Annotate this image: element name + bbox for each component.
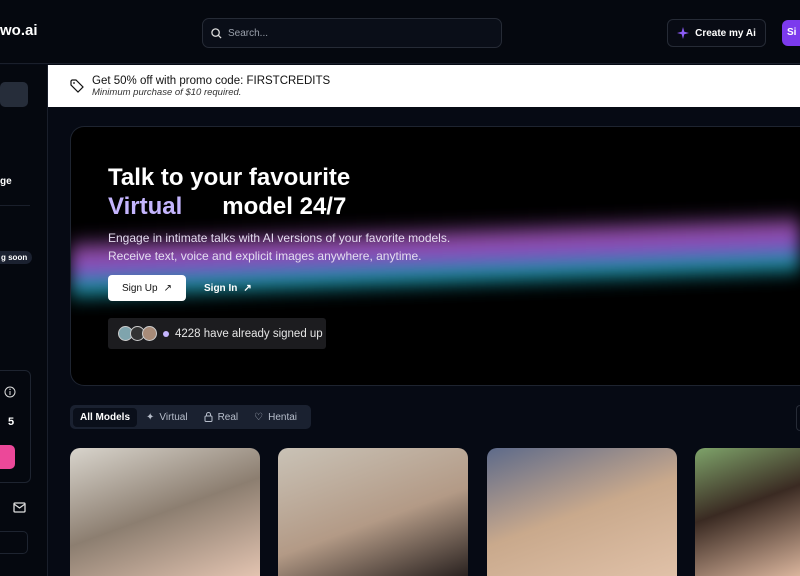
model-card[interactable] [278, 448, 468, 576]
sort-dropdown[interactable] [796, 405, 800, 431]
sparkle-icon [677, 27, 690, 39]
search-bar[interactable] [202, 18, 502, 48]
hero-card: Talk to your favourite Virtual model 24/7… [70, 126, 800, 386]
sparkles-icon: ✦ [146, 411, 155, 423]
heart-icon: ♡ [254, 411, 264, 423]
logo[interactable]: wo.ai [0, 22, 38, 39]
divider [0, 205, 30, 206]
coming-soon-badge: g soon [0, 251, 33, 264]
credits-box: 5 [0, 370, 31, 483]
info-icon[interactable] [4, 386, 16, 398]
hero-highlight: Virtual [108, 193, 183, 220]
hero-subtitle: Engage in intimate talks with AI version… [108, 231, 451, 263]
sidebar-input[interactable] [0, 531, 28, 554]
hero-title: Talk to your favourite Virtual model 24/7 [108, 164, 351, 220]
promo-banner[interactable]: Get 50% off with promo code: FIRSTCREDIT… [48, 65, 800, 107]
mail-icon[interactable] [13, 502, 26, 513]
create-ai-button[interactable]: Create my Ai [667, 19, 766, 47]
tab-virtual[interactable]: ✦ Virtual [139, 408, 195, 427]
tab-real[interactable]: Real [197, 408, 246, 427]
arrow-up-right-icon: ↗ [163, 282, 172, 294]
sidebar-active-item[interactable] [0, 82, 28, 107]
avatar [142, 326, 157, 341]
tab-all-models[interactable]: All Models [73, 407, 138, 427]
signed-up-counter: 4228 have already signed up [108, 318, 326, 349]
model-card[interactable] [695, 448, 800, 576]
status-dot [163, 330, 169, 337]
sign-in-button[interactable]: Sign In ↗ [204, 275, 252, 301]
promo-subtitle: Minimum purchase of $10 required. [92, 86, 242, 98]
create-ai-label: Create my Ai [695, 27, 756, 39]
lock-icon [204, 412, 213, 422]
buy-credits-button[interactable] [0, 445, 15, 469]
filter-tabs: All Models ✦ Virtual Real ♡ Hentai [70, 405, 311, 429]
arrow-up-right-icon: ↗ [243, 282, 252, 294]
promo-title: Get 50% off with promo code: FIRSTCREDIT… [92, 74, 331, 87]
tab-hentai[interactable]: ♡ Hentai [247, 408, 304, 427]
model-card[interactable] [487, 448, 677, 576]
sidebar: ge g soon 5 [0, 65, 48, 576]
search-input[interactable] [228, 27, 488, 39]
credit-count: 5 [8, 416, 15, 428]
top-bar: wo.ai Create my Ai Si [0, 0, 800, 64]
search-icon [211, 27, 222, 39]
sign-up-button[interactable]: Sign Up ↗ [108, 275, 186, 301]
tag-icon [70, 79, 84, 93]
sign-up-header-button[interactable]: Si [782, 20, 800, 46]
sidebar-item-label[interactable]: ge [0, 176, 12, 187]
model-card[interactable] [70, 448, 260, 576]
